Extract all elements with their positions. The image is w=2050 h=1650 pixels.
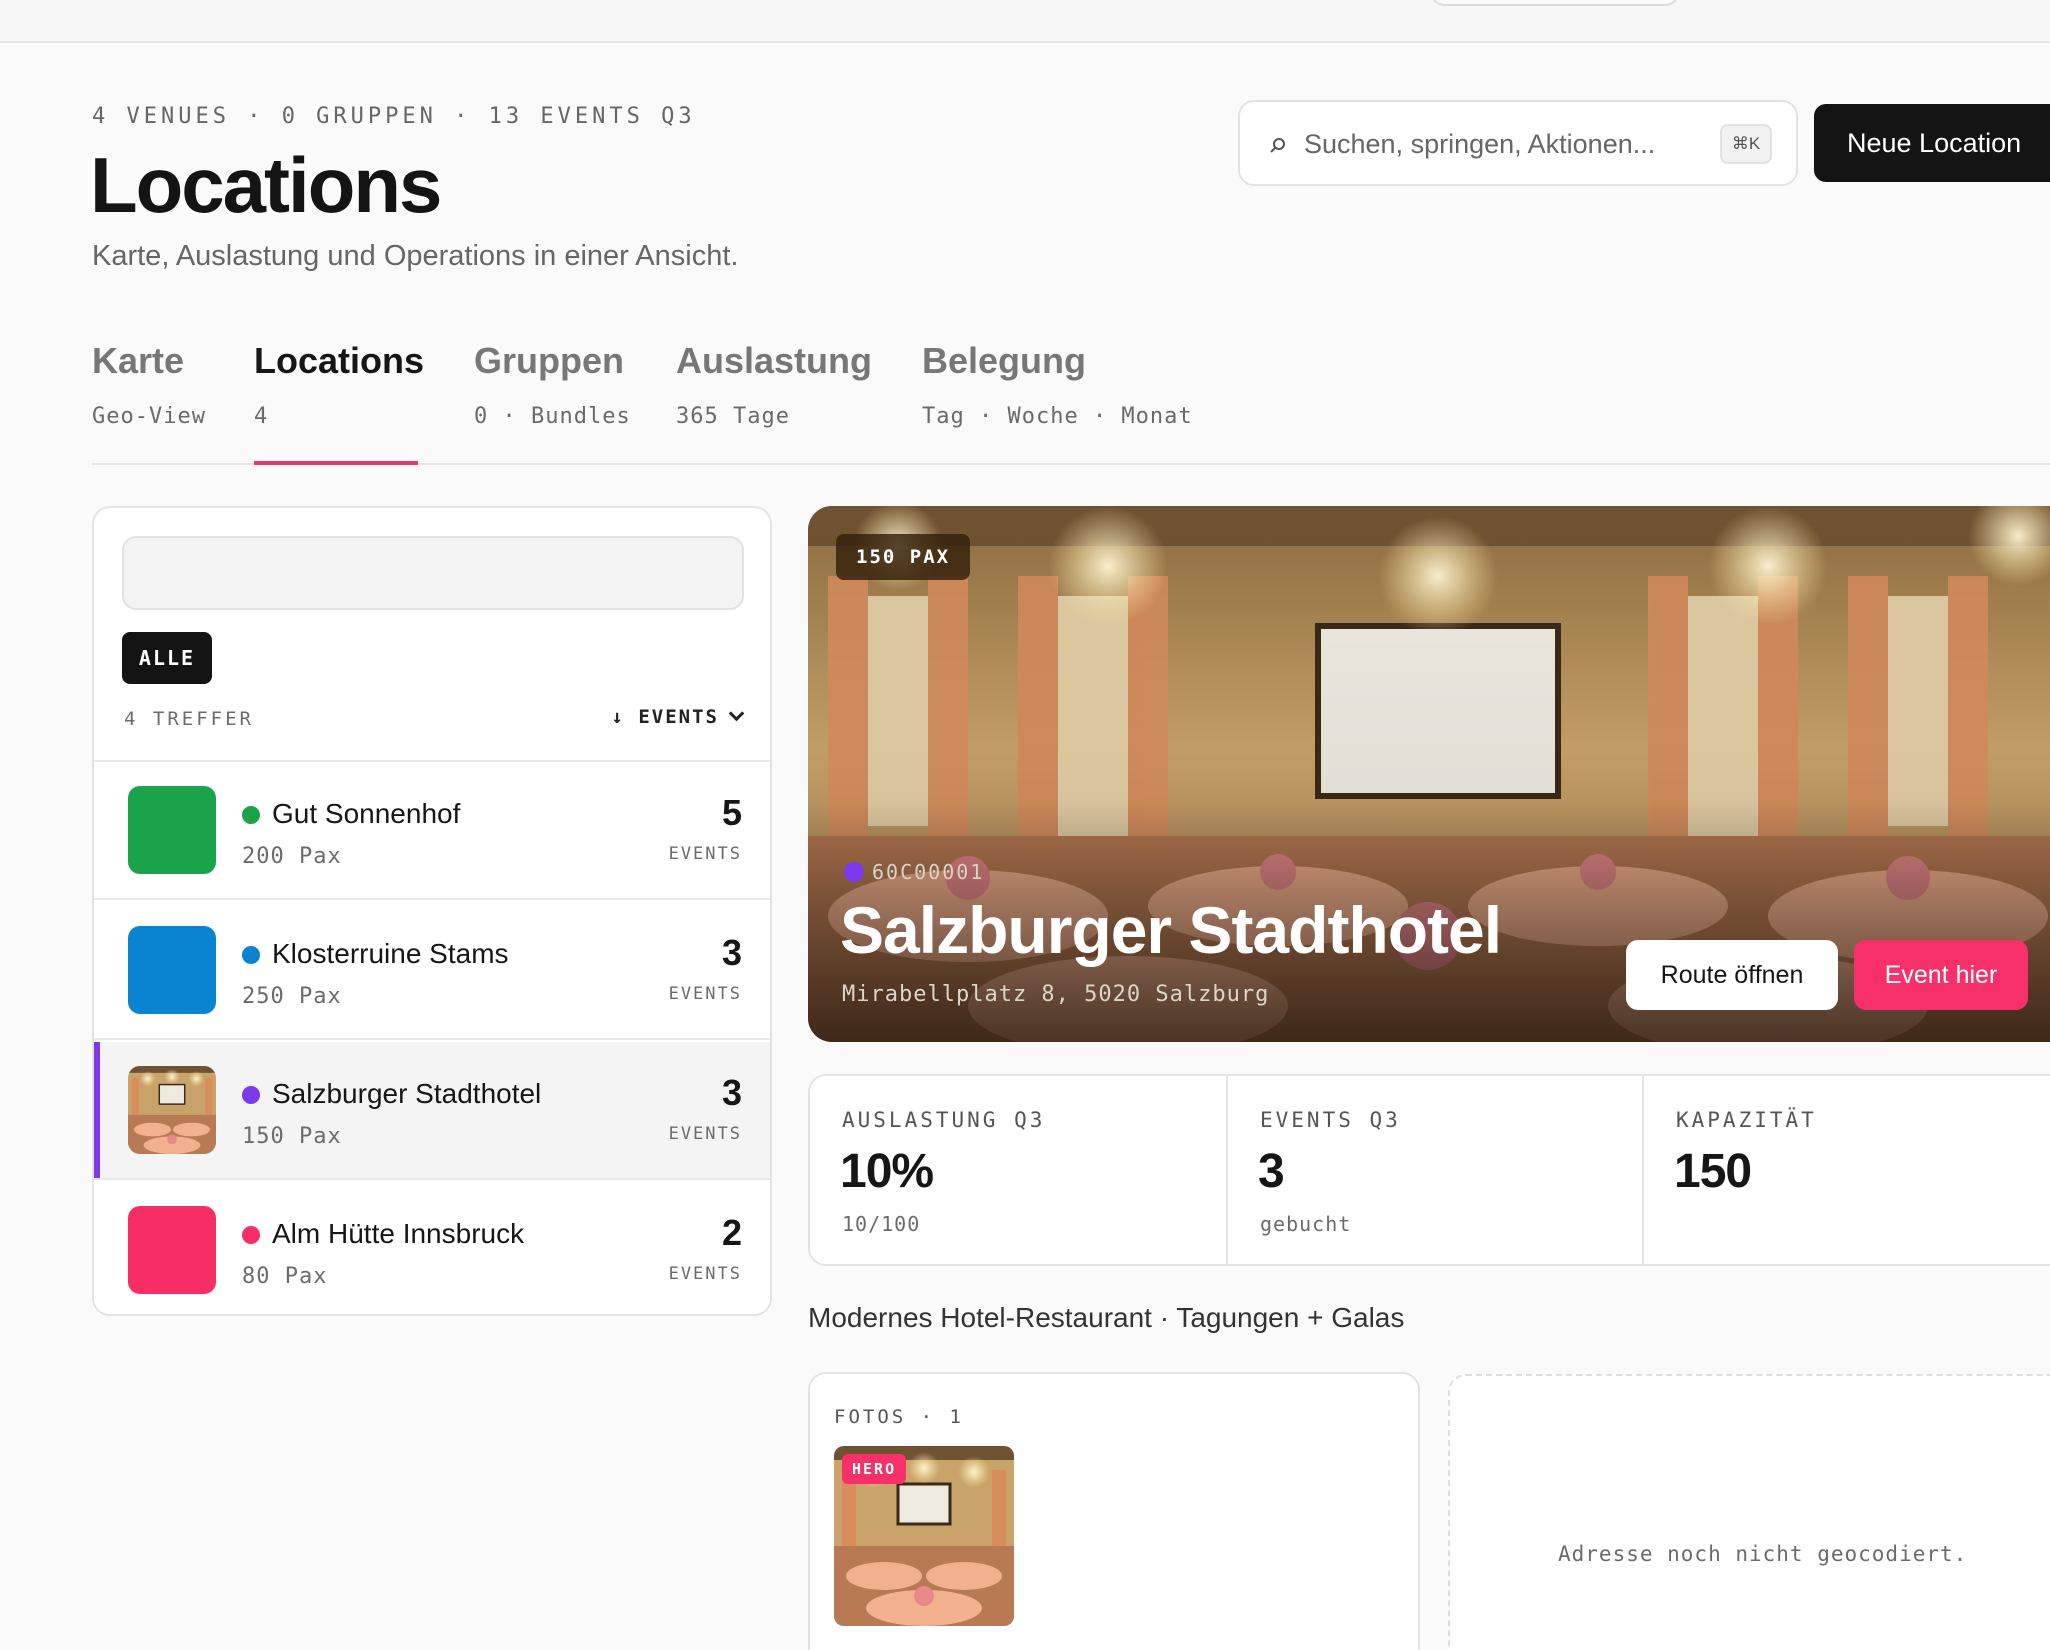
venue-name: Alm Hütte Innsbruck: [272, 1218, 525, 1249]
tab-gruppen[interactable]: Gruppen 0 · Bundles: [474, 340, 631, 429]
photo-thumbnail[interactable]: HERO: [834, 1446, 1014, 1626]
venue-color-swatch: [128, 1206, 216, 1294]
tab-label: Locations: [254, 340, 425, 381]
venue-row[interactable]: Alm Hütte Innsbruck 80 Pax 2 EVENTS: [94, 1182, 770, 1314]
venue-status-dot: [242, 1086, 260, 1104]
venue-code-text: 60C00001: [872, 860, 985, 884]
venue-capacity: 80 Pax: [242, 1264, 328, 1289]
photos-card: FOTOS · 1 HERO: [808, 1372, 1420, 1650]
open-route-button[interactable]: Route öffnen: [1626, 940, 1838, 1010]
capacity-badge: 150 PAX: [836, 534, 971, 580]
tab-sublabel: 4: [254, 404, 269, 429]
venue-title: Salzburger Stadthotel: [840, 893, 1502, 967]
tab-label: Karte: [92, 340, 185, 381]
map-message: Adresse noch nicht geocodiert.: [1558, 1542, 1968, 1566]
tab-label: Belegung: [922, 340, 1087, 381]
venue-event-count: 5: [721, 792, 742, 833]
kpi-sub: gebucht: [1260, 1212, 1352, 1236]
venue-name: Klosterruine Stams: [272, 938, 509, 969]
kpi-value: 150: [1674, 1145, 1752, 1198]
kpi-label: AUSLASTUNG Q3: [842, 1108, 1046, 1132]
venue-description: Modernes Hotel-Restaurant · Tagungen + G…: [808, 1302, 1405, 1333]
tab-label: Gruppen: [474, 340, 624, 381]
active-tab-indicator: [254, 461, 418, 465]
command-search[interactable]: Suchen, springen, Aktionen... ⌘K: [1238, 100, 1798, 186]
tab-sublabel: 365 Tage: [676, 404, 790, 429]
venue-capacity: 250 Pax: [242, 984, 342, 1009]
map-placeholder: Adresse noch nicht geocodiert.: [1448, 1374, 2050, 1650]
tab-belegung[interactable]: Belegung Tag · Woche · Monat: [922, 340, 1193, 429]
venue-color-swatch: [128, 926, 216, 1014]
tab-sublabel: 0 · Bundles: [474, 404, 631, 429]
page-subtitle: Karte, Auslastung und Operations in eine…: [92, 240, 739, 272]
tab-locations[interactable]: Locations 4: [254, 340, 424, 429]
top-bar: [0, 0, 2050, 43]
venue-thumbnail: [128, 1066, 216, 1154]
kpi-value: 3: [1258, 1145, 1285, 1198]
venue-status-dot: [242, 1226, 260, 1244]
sort-label: ↓ EVENTS: [611, 706, 719, 728]
venue-address: Mirabellplatz 8, 5020 Salzburg: [842, 982, 1270, 1007]
venue-events-label: EVENTS: [668, 844, 742, 864]
chevron-down-icon: [728, 705, 745, 722]
page-stats: 4 VENUES · 0 GRUPPEN · 13 EVENTS Q3: [92, 104, 696, 129]
filter-input[interactable]: [122, 536, 744, 610]
venue-row[interactable]: Gut Sonnenhof 200 Pax 5 EVENTS: [94, 762, 770, 900]
create-event-button[interactable]: Event hier: [1854, 940, 2028, 1010]
kpi-label: KAPAZITÄT: [1676, 1108, 1817, 1132]
venue-event-count: 2: [721, 1212, 742, 1253]
new-location-button[interactable]: Neue Location: [1814, 104, 2050, 182]
venue-color-swatch: [128, 786, 216, 874]
tab-sublabel: Tag · Woche · Monat: [922, 404, 1193, 429]
page-title: Locations: [90, 141, 442, 229]
venue-status-dot: [242, 946, 260, 964]
tab-label: Auslastung: [676, 340, 873, 381]
kpi-utilization: AUSLASTUNG Q3 10% 10/100: [810, 1076, 1226, 1264]
kpi-value: 10%: [840, 1145, 934, 1198]
tab-karte[interactable]: Karte Geo-View: [92, 340, 206, 429]
venue-list-panel: ALLE 4 TREFFER ↓ EVENTS Gut Sonnenhof 20…: [92, 506, 772, 1316]
venue-hero-card: 150 PAX 60C00001 Salzburger Stadthotel M…: [808, 506, 2050, 1042]
filter-chip-all[interactable]: ALLE: [122, 632, 212, 684]
venue-capacity: 200 Pax: [242, 844, 342, 869]
venue-events-label: EVENTS: [668, 1124, 742, 1144]
hero-badge: HERO: [842, 1454, 907, 1484]
kpi-label: EVENTS Q3: [1260, 1108, 1401, 1132]
photos-label: FOTOS · 1: [834, 1406, 964, 1428]
tab-sublabel: Geo-View: [92, 404, 206, 429]
shortcut-badge: ⌘K: [1720, 124, 1772, 164]
result-count: 4 TREFFER: [124, 708, 254, 730]
venue-name: Salzburger Stadthotel: [272, 1078, 542, 1109]
venue-capacity: 150 Pax: [242, 1124, 342, 1149]
venue-name: Gut Sonnenhof: [272, 798, 461, 829]
kpi-panel: AUSLASTUNG Q3 10% 10/100 EVENTS Q3 3 geb…: [808, 1074, 2050, 1266]
venue-event-count: 3: [721, 1072, 742, 1113]
venue-status-dot: [844, 862, 864, 882]
venue-event-count: 3: [721, 932, 742, 973]
tab-auslastung[interactable]: Auslastung 365 Tage: [676, 340, 872, 429]
venue-events-label: EVENTS: [668, 984, 742, 1004]
kpi-capacity: KAPAZITÄT 150: [1642, 1076, 2050, 1264]
venue-row[interactable]: Klosterruine Stams 250 Pax 3 EVENTS: [94, 902, 770, 1040]
workspace-switcher[interactable]: [1430, 0, 1680, 6]
venue-row-selected[interactable]: Salzburger Stadthotel 150 Pax 3 EVENTS: [94, 1042, 770, 1180]
kpi-events: EVENTS Q3 3 gebucht: [1226, 1076, 1642, 1264]
venue-code: 60C00001: [844, 860, 984, 884]
search-icon: [1270, 138, 1285, 153]
sort-dropdown[interactable]: ↓ EVENTS: [611, 705, 745, 728]
venue-events-label: EVENTS: [668, 1264, 742, 1284]
search-placeholder: Suchen, springen, Aktionen...: [1304, 129, 1656, 159]
venue-status-dot: [242, 806, 260, 824]
kpi-sub: 10/100: [842, 1212, 921, 1236]
